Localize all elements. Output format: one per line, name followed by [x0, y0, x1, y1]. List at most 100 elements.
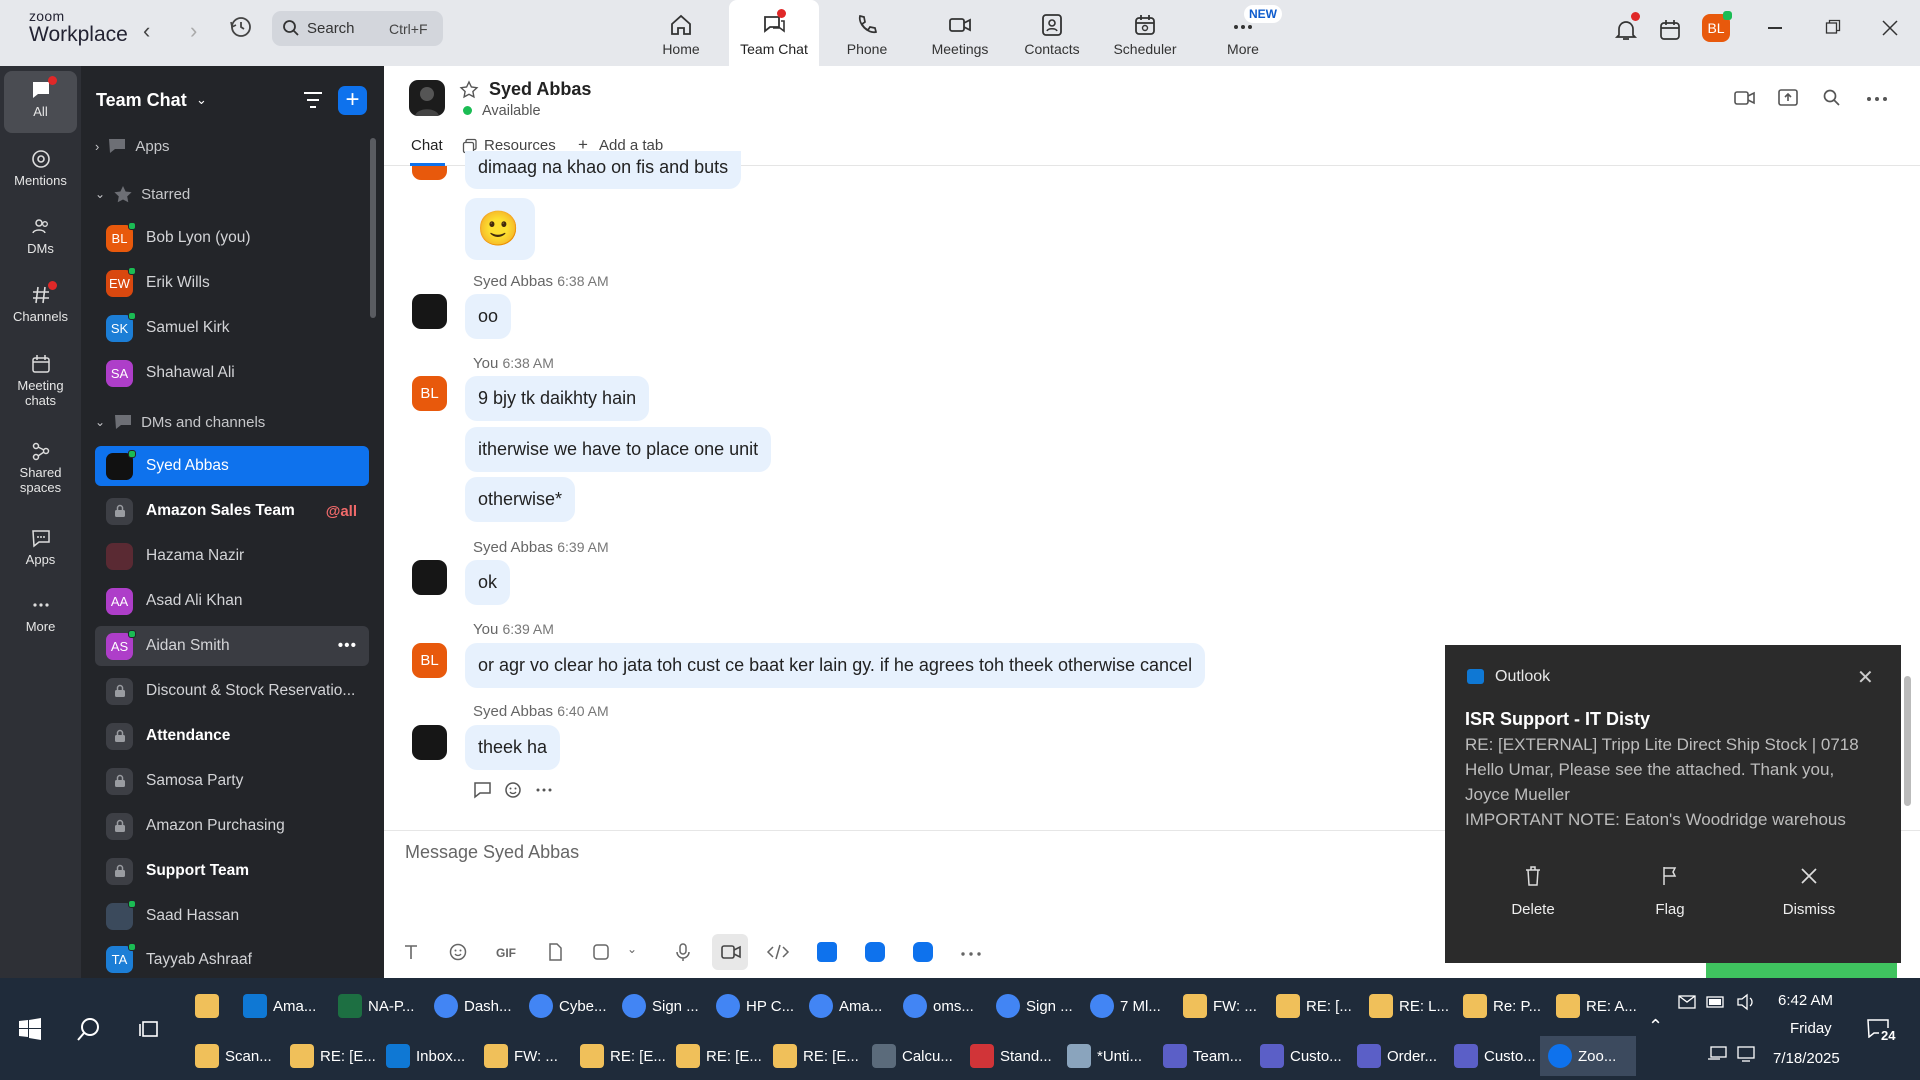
sidebar-item-saad-hassan[interactable]: Saad Hassan — [95, 896, 369, 936]
clock-date[interactable]: 7/18/2025 — [1773, 1050, 1840, 1067]
more-options-icon[interactable] — [1866, 96, 1888, 102]
screenshot-icon[interactable] — [591, 942, 611, 962]
message-input[interactable]: Message Syed Abbas — [405, 842, 579, 863]
sidebar-item-discount-stock[interactable]: Discount & Stock Reservatio... — [95, 671, 369, 711]
sidebar-item-syed-abbas[interactable]: Syed Abbas — [95, 446, 369, 486]
sidebar-item-hazama-nazir[interactable]: Hazama Nazir — [95, 536, 369, 576]
mail-icon[interactable] — [1678, 995, 1696, 1009]
taskbar-item[interactable]: Dash... — [434, 986, 512, 1026]
message-bubble[interactable]: itherwise we have to place one unit — [465, 427, 772, 472]
taskbar-item[interactable]: Sign ... — [996, 986, 1073, 1026]
message-bubble[interactable]: ok — [465, 560, 511, 605]
flag-button[interactable]: Flag — [1610, 865, 1730, 918]
rail-mentions[interactable]: Mentions — [4, 148, 77, 188]
taskbar-item[interactable]: RE: [E... — [773, 1036, 859, 1076]
contact-avatar[interactable] — [409, 80, 445, 116]
starred-section[interactable]: ⌄ Starred — [95, 185, 190, 203]
taskbar-item[interactable]: RE: [E... — [290, 1036, 376, 1076]
emoji-message[interactable]: 🙂 — [465, 198, 535, 260]
rail-channels[interactable]: Channels — [4, 284, 77, 324]
app-icon[interactable] — [865, 942, 885, 962]
taskbar-item[interactable]: Stand... — [970, 1036, 1052, 1076]
file-icon[interactable] — [545, 942, 565, 962]
more-options-icon[interactable] — [536, 788, 552, 792]
close-icon[interactable]: ✕ — [1857, 665, 1874, 690]
video-icon[interactable] — [1733, 88, 1757, 108]
message-bubble[interactable]: theek ha — [465, 725, 561, 770]
sidebar-item-support-team[interactable]: Support Team — [95, 851, 369, 891]
search-input[interactable]: Search Ctrl+F — [272, 11, 443, 46]
volume-icon[interactable] — [1736, 993, 1756, 1011]
back-arrow-icon[interactable]: ‹ — [143, 18, 150, 44]
tab-phone[interactable]: Phone — [822, 0, 912, 66]
tab-team-chat[interactable]: Team Chat — [729, 0, 819, 66]
battery-icon[interactable] — [1706, 995, 1726, 1009]
chevron-up-icon[interactable]: ⌃ — [1648, 1016, 1663, 1037]
taskbar-item[interactable]: FW: ... — [1183, 986, 1257, 1026]
minimize-icon[interactable] — [1768, 27, 1782, 29]
sidebar-item-samosa-party[interactable]: Samosa Party — [95, 761, 369, 801]
tab-chat[interactable]: Chat — [411, 137, 443, 154]
taskbar-item[interactable]: Cybe... — [529, 986, 607, 1026]
task-view-icon[interactable] — [138, 1018, 160, 1040]
chevron-down-icon[interactable]: ⌄ — [627, 942, 637, 956]
taskbar-item[interactable]: Order... — [1357, 1036, 1437, 1076]
taskbar-item[interactable]: 7 Ml... — [1090, 986, 1161, 1026]
sidebar-item-asad-ali-khan[interactable]: AA Asad Ali Khan — [95, 581, 369, 621]
tab-home[interactable]: Home — [636, 0, 726, 66]
sidebar-scrollbar[interactable] — [370, 138, 376, 318]
rail-shared-spaces[interactable]: Shared spaces — [4, 440, 77, 495]
taskbar-item[interactable]: Re: P... — [1463, 986, 1541, 1026]
windows-start-icon[interactable] — [19, 1018, 41, 1040]
delete-button[interactable]: Delete — [1473, 865, 1593, 918]
taskbar-item[interactable]: HP C... — [716, 986, 794, 1026]
sidebar-title[interactable]: Team Chat — [96, 90, 187, 111]
taskbar-item[interactable]: Inbox... — [386, 1036, 465, 1076]
search-icon[interactable] — [1822, 88, 1842, 108]
taskbar-item[interactable]: RE: [E... — [676, 1036, 762, 1076]
message-bubble[interactable]: dimaag na khao on fis and buts — [465, 151, 742, 189]
taskbar-item[interactable]: Ama... — [809, 986, 882, 1026]
taskbar-item[interactable]: Calcu... — [872, 1036, 953, 1076]
taskbar-item[interactable]: Custo... — [1260, 1036, 1342, 1076]
more-options-icon[interactable]: ••• — [338, 637, 357, 655]
taskbar-item[interactable]: Custo... — [1454, 1036, 1536, 1076]
calendar-icon[interactable] — [1657, 17, 1683, 43]
taskbar-item[interactable]: RE: [E... — [580, 1036, 666, 1076]
sidebar-item-attendance[interactable]: Attendance — [95, 716, 369, 756]
sidebar-item-shahawal-ali[interactable]: SA Shahawal Ali — [95, 353, 369, 393]
message-bubble[interactable]: or agr vo clear ho jata toh cust ce baat… — [465, 643, 1206, 688]
taskbar-item[interactable]: oms... — [903, 986, 974, 1026]
rail-dms[interactable]: DMs — [4, 216, 77, 256]
chat-scrollbar[interactable] — [1904, 676, 1911, 806]
apps-section[interactable]: › Apps — [95, 137, 170, 155]
chevron-down-icon[interactable]: ⌄ — [196, 92, 207, 108]
taskbar-item[interactable]: RE: A... — [1556, 986, 1637, 1026]
chat-contact-name[interactable]: Syed Abbas — [489, 79, 591, 100]
rail-more[interactable]: More — [4, 594, 77, 634]
dms-section[interactable]: ⌄ DMs and channels — [95, 413, 265, 431]
microphone-icon[interactable] — [674, 942, 692, 962]
clock-time[interactable]: 6:42 AM — [1778, 992, 1833, 1009]
message-bubble[interactable]: 9 bjy tk daikhty hain — [465, 376, 650, 421]
tab-contacts[interactable]: Contacts — [1007, 0, 1097, 66]
sidebar-item-aidan-smith[interactable]: AS Aidan Smith ••• — [95, 626, 369, 666]
message-bubble[interactable]: oo — [465, 294, 512, 339]
emoji-icon[interactable] — [448, 942, 468, 962]
text-format-icon[interactable] — [401, 942, 421, 962]
taskbar-item[interactable]: Sign ... — [622, 986, 699, 1026]
restore-icon[interactable] — [1825, 19, 1841, 35]
display-icon[interactable] — [1706, 1045, 1728, 1063]
history-icon[interactable] — [228, 14, 254, 40]
sidebar-item-amazon-sales-team[interactable]: Amazon Sales Team @all — [95, 491, 369, 531]
dismiss-button[interactable]: Dismiss — [1749, 865, 1869, 918]
taskbar-file-explorer[interactable] — [195, 986, 219, 1026]
code-icon[interactable] — [766, 942, 790, 962]
taskbar-item[interactable]: Ama... — [243, 986, 316, 1026]
new-chat-button[interactable]: + — [338, 86, 367, 115]
reply-icon[interactable] — [473, 781, 493, 799]
filter-icon[interactable] — [302, 90, 324, 110]
network-icon[interactable] — [1736, 1045, 1756, 1063]
taskbar-item-zoom[interactable]: Zoo... — [1540, 1036, 1636, 1076]
taskbar-item[interactable]: *Unti... — [1067, 1036, 1142, 1076]
